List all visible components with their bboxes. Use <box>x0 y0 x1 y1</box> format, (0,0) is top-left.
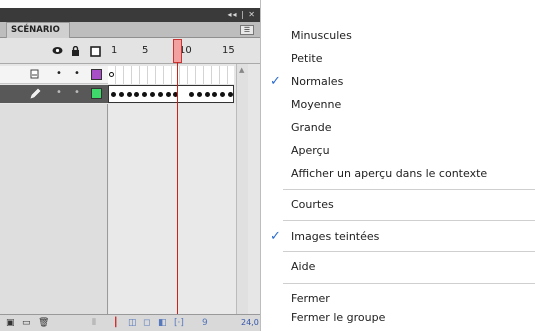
lock-icon[interactable] <box>71 45 80 59</box>
ruler-label-15: 15 <box>222 45 235 56</box>
keyframe[interactable] <box>134 92 140 97</box>
keyframe[interactable] <box>142 92 148 97</box>
empty-keyframe[interactable] <box>109 72 114 77</box>
menu-item-label: Normales <box>291 75 344 88</box>
layer-visible-dot[interactable]: • <box>56 68 62 80</box>
panel-menu-button[interactable]: ☰ <box>240 25 254 35</box>
timeline-panel: ◂◂ | ✕ SCÉNARIO ☰ 1 5 10 15 • • • • ▲ ▣ … <box>0 0 260 331</box>
timeline-context-menu: Minuscules Petite ✓ Normales Moyenne Gra… <box>260 0 535 331</box>
layer-icon <box>30 69 40 83</box>
check-icon: ✓ <box>270 229 281 244</box>
layer-row-2[interactable]: • • <box>0 85 108 103</box>
menu-item-label: Aperçu <box>291 144 330 157</box>
keyframe[interactable] <box>118 92 124 97</box>
menu-item-apercu[interactable]: Aperçu <box>261 141 535 161</box>
frame-row-1[interactable] <box>108 66 234 84</box>
layer-color-swatch[interactable] <box>91 88 102 99</box>
menu-item-apercu-contexte[interactable]: Afficher un aperçu dans le contexte <box>261 164 535 184</box>
current-frame-readout: 9 <box>202 318 208 328</box>
layer-list-empty-area <box>0 104 108 314</box>
layer-visible-dot[interactable]: • <box>56 87 62 99</box>
layer-lock-dot[interactable]: • <box>74 68 80 80</box>
menu-item-label: Aide <box>291 260 316 273</box>
frame-ruler[interactable]: 1 5 10 15 <box>108 38 236 64</box>
frame-row-2[interactable] <box>108 85 234 103</box>
menu-item-label: Images teintées <box>291 230 380 243</box>
menu-item-label: Afficher un aperçu dans le contexte <box>291 167 488 180</box>
new-layer-icon[interactable]: ▣ <box>6 318 15 328</box>
onion-outline-icon[interactable]: ◻ <box>143 318 150 328</box>
edit-multiple-icon[interactable]: ◧ <box>158 318 167 328</box>
layer-lock-dot[interactable]: • <box>74 87 80 99</box>
menu-item-label: Petite <box>291 52 323 65</box>
onion-markers-icon[interactable]: [·] <box>174 318 184 328</box>
menu-item-label: Grande <box>291 121 332 134</box>
menu-item-fermer[interactable]: Fermer <box>261 289 535 309</box>
scroll-up-icon[interactable]: ▲ <box>239 66 244 74</box>
onion-skin-icon[interactable]: ◫ <box>128 318 137 328</box>
layer-row-1[interactable]: • • <box>0 66 108 84</box>
menu-item-petite[interactable]: Petite <box>261 49 535 69</box>
eye-icon[interactable] <box>52 46 63 58</box>
trash-icon[interactable]: 🗑 <box>38 318 49 328</box>
pencil-icon <box>30 88 41 103</box>
keyframe[interactable] <box>165 92 171 97</box>
layer-color-swatch[interactable] <box>91 69 102 80</box>
panel-title-bar <box>0 8 260 22</box>
vertical-scrollbar[interactable]: ▲ <box>236 64 248 314</box>
menu-item-normales[interactable]: ✓ Normales <box>261 72 535 92</box>
menu-item-label: Fermer <box>291 292 330 305</box>
menu-item-courtes[interactable]: Courtes <box>261 195 535 215</box>
panel-window-controls[interactable]: ◂◂ | ✕ <box>227 8 256 22</box>
frames-area[interactable] <box>108 64 236 104</box>
menu-item-label: Moyenne <box>291 98 342 111</box>
menu-separator <box>283 220 535 221</box>
menu-item-fermer-groupe[interactable]: Fermer le groupe <box>261 308 535 328</box>
menu-separator <box>283 283 535 284</box>
menu-item-moyenne[interactable]: Moyenne <box>261 95 535 115</box>
keyframe[interactable] <box>150 92 155 97</box>
keyframe[interactable] <box>204 92 210 97</box>
center-playhead-icon[interactable]: ┃ <box>113 318 118 328</box>
keyframe[interactable] <box>228 92 233 97</box>
keyframe[interactable] <box>212 92 218 97</box>
frames-empty-area <box>109 104 236 314</box>
keyframe[interactable] <box>220 92 226 97</box>
menu-item-minuscules[interactable]: Minuscules <box>261 26 535 46</box>
keyframe[interactable] <box>111 92 116 97</box>
menu-item-grande[interactable]: Grande <box>261 118 535 138</box>
menu-item-label: Minuscules <box>291 29 352 42</box>
keyframe[interactable] <box>157 92 163 97</box>
menu-item-label: Fermer le groupe <box>291 311 386 324</box>
ruler-label-1: 1 <box>111 45 118 56</box>
keyframe[interactable] <box>189 92 194 97</box>
menu-item-aide[interactable]: Aide <box>261 257 535 277</box>
keyframe[interactable] <box>196 92 202 97</box>
tab-scenario[interactable]: SCÉNARIO <box>6 22 70 38</box>
menu-item-images-teintees[interactable]: ✓ Images teintées <box>261 227 535 247</box>
playhead-line <box>177 62 178 331</box>
new-folder-icon[interactable]: ▭ <box>22 318 31 328</box>
keyframe[interactable] <box>126 92 132 97</box>
scroll-grip-icon[interactable]: ⦀ <box>92 318 96 328</box>
ruler-label-5: 5 <box>142 45 149 56</box>
playhead[interactable] <box>173 39 182 63</box>
menu-separator <box>283 189 535 190</box>
frame-rate-readout: 24,0 <box>241 318 259 327</box>
outline-icon[interactable] <box>90 46 101 60</box>
menu-separator <box>283 251 535 252</box>
check-icon: ✓ <box>270 74 281 89</box>
menu-item-label: Courtes <box>291 198 334 211</box>
